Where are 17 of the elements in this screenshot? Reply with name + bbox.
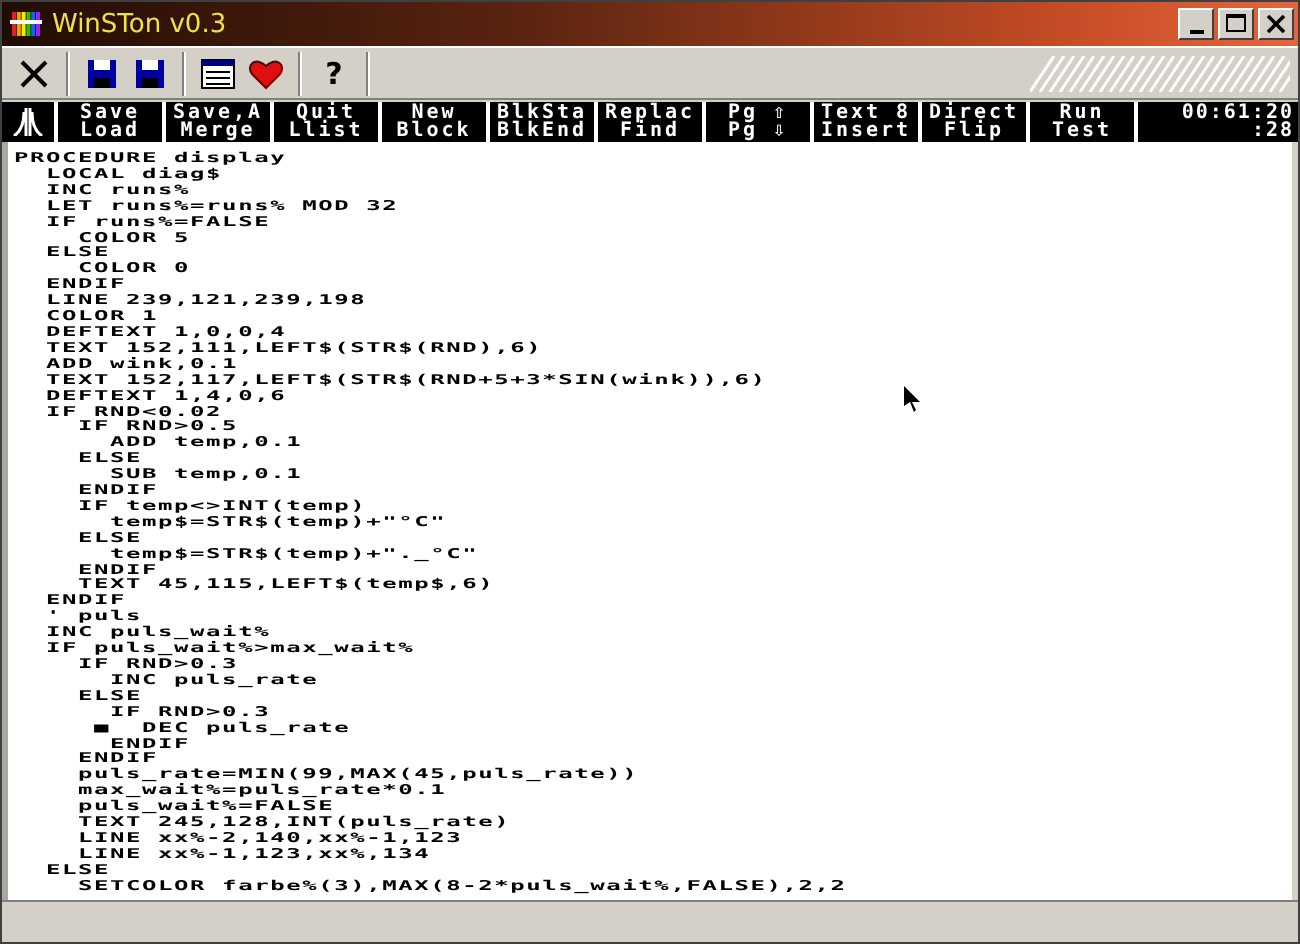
- help-button[interactable]: ?: [310, 51, 358, 95]
- window-title: WinSTon v0.3: [52, 9, 229, 39]
- clock-time: 00:61:20: [1181, 104, 1294, 122]
- maximize-button[interactable]: [1218, 8, 1254, 40]
- maximize-icon: [1226, 14, 1246, 34]
- app-logo-icon: [10, 8, 42, 40]
- mouse-pointer-icon: [904, 386, 920, 414]
- heart-icon: [248, 57, 284, 89]
- close-icon: [1266, 14, 1286, 34]
- clock-seconds: :28: [1251, 122, 1294, 140]
- resize-grip-icon: [1030, 55, 1290, 91]
- minimize-icon: [1189, 29, 1203, 33]
- close-icon: [18, 57, 50, 89]
- atari-logo-icon: [12, 108, 44, 136]
- minimize-button[interactable]: [1178, 8, 1214, 40]
- close-button[interactable]: [1258, 8, 1294, 40]
- list-window-icon: [200, 57, 236, 89]
